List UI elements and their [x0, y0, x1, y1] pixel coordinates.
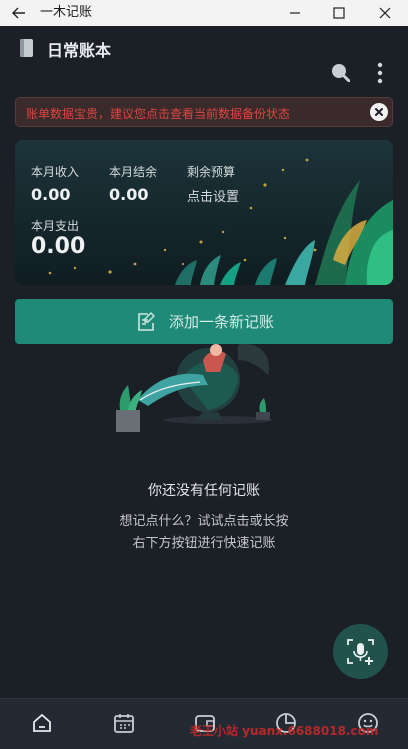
site-watermark: 老王小站 yuanx.6688018.com: [190, 724, 379, 738]
window-titlebar: 一木记账: [0, 0, 408, 26]
budget-label: 剩余预算: [187, 165, 236, 179]
close-window-button[interactable]: [362, 0, 408, 26]
empty-state-illustration: [116, 344, 273, 432]
balance-label: 本月结余: [109, 165, 158, 179]
balance-value: 0.00: [109, 185, 149, 204]
income-label: 本月收入: [31, 165, 80, 179]
budget-setup-link[interactable]: 点击设置: [187, 186, 239, 205]
expense-value: 0.00: [31, 234, 86, 259]
calendar-icon[interactable]: [112, 711, 136, 735]
income-value: 0.00: [31, 185, 71, 204]
minimize-button[interactable]: [272, 0, 318, 26]
banner-text: 账单数据宝贵，建议您点击查看当前数据备份状态: [26, 107, 291, 121]
maximize-button[interactable]: [316, 0, 362, 26]
monthly-summary-card: 本月收入 0.00 本月结余 0.00 剩余预算 点击设置 本月支出 0.00: [15, 140, 393, 285]
search-icon[interactable]: [330, 62, 351, 83]
close-icon[interactable]: [370, 103, 388, 121]
empty-state-title: 你还没有任何记账: [148, 483, 260, 499]
jungle-decoration: [48, 158, 393, 285]
edit-note-icon: [135, 311, 157, 333]
add-record-button[interactable]: 添加一条新记账: [15, 299, 393, 344]
window-title: 一木记账: [40, 5, 93, 20]
microphone-add-icon: [347, 639, 374, 665]
voice-record-button[interactable]: [333, 624, 388, 679]
ledger-book-icon: [18, 38, 36, 58]
back-arrow-icon[interactable]: [10, 4, 28, 22]
empty-state-hint: 右下方按钮进行快速记账: [132, 536, 276, 551]
empty-state-hint: 想记点什么？试试点击或长按: [119, 514, 289, 529]
more-vertical-icon[interactable]: [372, 62, 388, 84]
add-record-label: 添加一条新记账: [169, 313, 275, 331]
expense-label: 本月支出: [31, 219, 80, 233]
home-icon[interactable]: [30, 711, 54, 735]
backup-warning-banner[interactable]: 账单数据宝贵，建议您点击查看当前数据备份状态: [15, 97, 393, 127]
page-title: 日常账本: [47, 41, 112, 60]
